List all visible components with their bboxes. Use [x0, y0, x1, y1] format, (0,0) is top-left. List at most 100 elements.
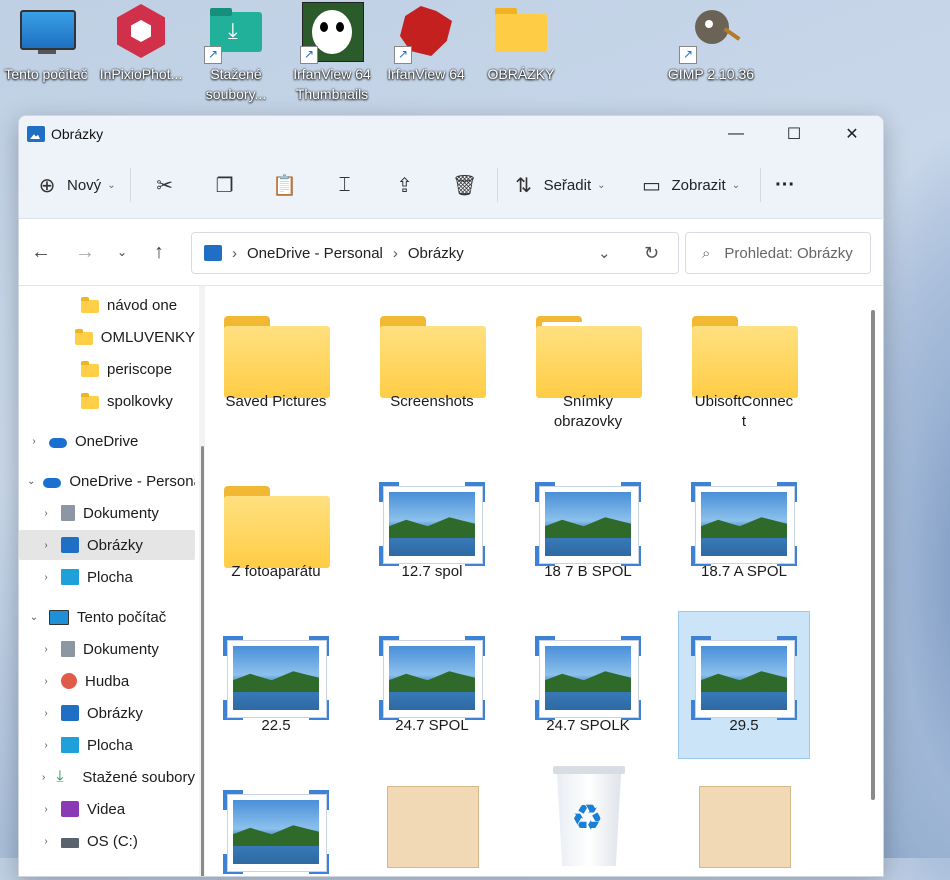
new-button[interactable]: ⊕ Nový ⌄	[35, 165, 116, 205]
expand-chevron-icon[interactable]: ›	[39, 676, 53, 687]
forward-icon[interactable]: →	[63, 241, 107, 264]
file-item[interactable]: 12.7 spol	[367, 458, 497, 604]
file-explorer-window: Obrázky — ☐ ✕ ⊕ Nový ⌄ ✂ ❐ 📋 ⌶ ⇪ 🗑 ⇅ Seř…	[18, 115, 884, 877]
refresh-icon[interactable]: ↻	[644, 243, 659, 264]
expand-chevron-icon[interactable]: ›	[39, 572, 53, 583]
folder-icon	[536, 316, 642, 398]
up-icon[interactable]: ↑	[137, 241, 181, 264]
breadcrumb-obrazky[interactable]: Obrázky	[408, 245, 464, 262]
breadcrumb-separator-icon: ›	[232, 244, 237, 262]
file-item[interactable]	[211, 766, 341, 876]
nav-item[interactable]: › Hudba	[19, 666, 195, 696]
desktop-shortcut[interactable]: ↗ IrfanView 64 Thumbnails	[286, 0, 378, 110]
recent-chevron-icon[interactable]: ⌄	[107, 245, 137, 259]
nav-item-label: OneDrive - Personal	[69, 472, 195, 490]
file-item[interactable]	[679, 766, 809, 876]
expand-chevron-icon[interactable]: ⌄	[27, 476, 35, 487]
nav-item[interactable]: spolkovky	[19, 386, 195, 416]
nav-scrollbar[interactable]	[199, 286, 205, 876]
monitor-icon	[16, 2, 76, 62]
nav-item[interactable]: › Obrázky	[19, 530, 195, 560]
file-name-label: 18.7 A SPOL	[701, 563, 787, 580]
nav-item-label: Obrázky	[87, 536, 143, 554]
nav-item[interactable]: › Videa	[19, 794, 195, 824]
nav-item[interactable]: periscope	[19, 354, 195, 384]
nav-item-label: spolkovky	[107, 392, 173, 410]
folder-item[interactable]: Z fotoaparátu	[211, 458, 341, 604]
folder-item[interactable]: Screenshots	[367, 288, 497, 434]
file-item[interactable]: 22.5	[211, 612, 341, 758]
nav-item[interactable]: › Plocha	[19, 730, 195, 760]
expand-chevron-icon[interactable]: ›	[27, 436, 41, 447]
share-button[interactable]: ⇪	[393, 165, 417, 205]
download-folder-icon: ⤓ ↗	[204, 2, 266, 64]
rename-button[interactable]: ⌶	[333, 165, 357, 205]
copy-button[interactable]: ❐	[213, 165, 237, 205]
file-item[interactable]: 24.7 SPOLK	[523, 612, 653, 758]
desktop-shortcut[interactable]: ↗ GIMP 2.10.36	[665, 0, 757, 110]
paste-button[interactable]: 📋	[272, 165, 297, 205]
search-input[interactable]: ⌕ Prohledat: Obrázky	[685, 232, 871, 274]
nav-item[interactable]: › ⤓ Stažené soubory	[19, 762, 195, 792]
more-options-button[interactable]: ···	[775, 165, 795, 205]
folder-icon	[224, 486, 330, 568]
nav-item[interactable]: › OS (C:)	[19, 826, 195, 856]
file-item[interactable]	[367, 766, 497, 876]
view-button[interactable]: ▭ Zobrazit ⌄	[640, 165, 740, 205]
nav-scroll-thumb[interactable]	[201, 446, 204, 876]
delete-button[interactable]: 🗑	[452, 165, 477, 205]
address-dropdown-icon[interactable]: ⌄	[598, 244, 611, 262]
desktop-shortcut[interactable]: InPixioPhot...	[95, 0, 187, 110]
file-item[interactable]: 18.7 A SPOL	[679, 458, 809, 604]
nav-item[interactable]: ⌄ Tento počítač	[19, 602, 195, 632]
title-bar[interactable]: Obrázky — ☐ ✕	[19, 116, 883, 152]
nav-item[interactable]: › Dokumenty	[19, 498, 195, 528]
nav-item[interactable]: › Plocha	[19, 562, 195, 592]
expand-chevron-icon[interactable]: ›	[39, 708, 53, 719]
breadcrumb-onedrive[interactable]: OneDrive - Personal	[247, 245, 383, 262]
file-item[interactable]: 29.5	[678, 611, 810, 759]
inpixio-icon	[111, 2, 171, 62]
expand-chevron-icon[interactable]: ⌄	[27, 612, 41, 623]
pictures-folder-icon	[27, 126, 45, 142]
nav-item[interactable]: › Obrázky	[19, 698, 195, 728]
minimize-button[interactable]: —	[707, 116, 765, 152]
file-item[interactable]: 18 7 B SPOL	[523, 458, 653, 604]
desktop-shortcut[interactable]: Tento počítač	[0, 0, 92, 110]
content-scroll-thumb[interactable]	[871, 310, 875, 800]
nav-item[interactable]: OMLUVENKY	[19, 322, 195, 352]
expand-chevron-icon[interactable]: ›	[39, 540, 53, 551]
expand-chevron-icon[interactable]: ›	[39, 804, 53, 815]
expand-chevron-icon[interactable]: ›	[39, 772, 48, 783]
search-placeholder: Prohledat: Obrázky	[724, 244, 853, 262]
desktop-shortcut[interactable]: ⤓ ↗ Stažené soubory...	[190, 0, 282, 110]
desktop-shortcut[interactable]: ↗ IrfanView 64	[380, 0, 472, 110]
content-scrollbar[interactable]	[867, 288, 877, 876]
folder-item[interactable]: Saved Pictures	[211, 288, 341, 434]
nav-item[interactable]: › Dokumenty	[19, 634, 195, 664]
desktop-icon	[61, 737, 79, 753]
cut-button[interactable]: ✂	[153, 165, 177, 205]
search-icon: ⌕	[702, 244, 711, 262]
close-button[interactable]: ✕	[823, 116, 881, 152]
sort-button[interactable]: ⇅ Seřadit ⌄	[512, 165, 605, 205]
back-icon[interactable]: ←	[19, 241, 63, 264]
monitor-icon	[49, 609, 69, 625]
nav-item[interactable]: ⌄ OneDrive - Personal	[19, 466, 195, 496]
expand-chevron-icon[interactable]: ›	[39, 644, 53, 655]
plus-icon: ⊕	[38, 174, 56, 197]
desktop-shortcut[interactable]: OBRÁZKY	[475, 0, 567, 110]
nav-item[interactable]: návod one	[19, 290, 195, 320]
nav-item[interactable]: › OneDrive	[19, 426, 195, 456]
file-item[interactable]: 24.7 SPOL	[367, 612, 497, 758]
desktop-shortcut-label: InPixioPhot...	[99, 66, 183, 82]
folder-item[interactable]: UbisoftConnec t	[679, 288, 809, 434]
expand-chevron-icon[interactable]: ›	[39, 836, 53, 847]
address-bar[interactable]: › OneDrive - Personal › Obrázky ⌄ ↻	[191, 232, 679, 274]
file-item[interactable]: ♻	[523, 766, 653, 876]
maximize-button[interactable]: ☐	[765, 116, 823, 152]
view-label: Zobrazit	[671, 176, 726, 194]
expand-chevron-icon[interactable]: ›	[39, 508, 53, 519]
folder-item[interactable]: Snímky obrazovky	[523, 288, 653, 434]
expand-chevron-icon[interactable]: ›	[39, 740, 53, 751]
